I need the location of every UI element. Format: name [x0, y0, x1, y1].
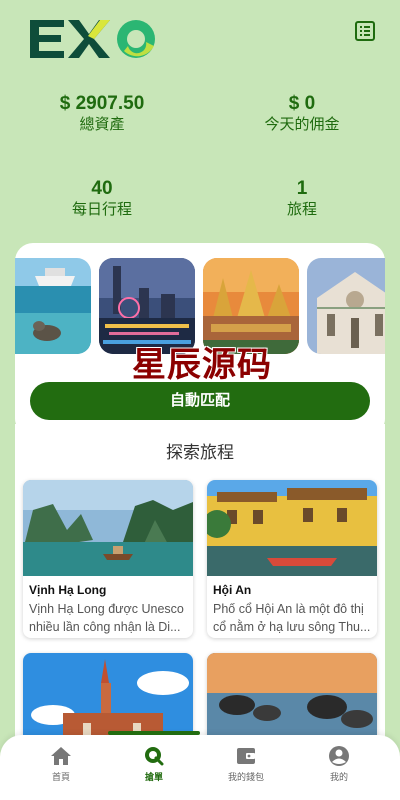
- header: $ 2907.50 總資產 $ 0 今天的佣金 40 每日行程 1 旅程: [0, 0, 400, 240]
- carousel-slide-sea-lion[interactable]: [15, 258, 91, 354]
- stat-trips: 1 旅程: [212, 178, 392, 220]
- tab-profile[interactable]: 我的: [294, 745, 384, 790]
- exo-logo: [30, 20, 155, 58]
- tab-label: 首頁: [51, 772, 70, 782]
- stat-value: $ 0: [288, 93, 316, 114]
- tour-name: Hội An: [213, 583, 252, 597]
- tab-label: 我的錢包: [227, 772, 264, 782]
- tab-label: 搶單: [144, 772, 163, 782]
- search-grab-icon: [145, 747, 164, 766]
- stat-label: 每日行程: [71, 201, 132, 218]
- tour-description: Vịnh Hạ Long được Unesco nhiều lần công …: [29, 602, 184, 634]
- stat-value: 40: [91, 178, 113, 199]
- tour-image: [23, 480, 193, 576]
- list-icon[interactable]: [354, 20, 376, 42]
- carousel-slide-church[interactable]: [307, 258, 385, 354]
- stat-label: 總資產: [79, 116, 125, 133]
- tour-card-hoi-an[interactable]: Hội An Phố cổ Hội An là một đô thị cổ nằ…: [207, 480, 377, 638]
- auto-match-button[interactable]: 自動匹配: [30, 382, 370, 420]
- stat-value: 1: [296, 178, 308, 199]
- active-tab-indicator: [108, 731, 200, 735]
- tab-grab-order[interactable]: 搶單: [109, 745, 199, 790]
- carousel-slide-temple[interactable]: [203, 258, 299, 354]
- stat-daily-trips: 40 每日行程: [12, 178, 192, 220]
- wallet-icon: [237, 748, 255, 764]
- stat-label: 旅程: [286, 201, 317, 218]
- image-carousel[interactable]: [15, 258, 385, 354]
- tour-description: Phố cổ Hội An là một đô thị cổ nằm ở hạ …: [213, 602, 371, 634]
- explore-title: 探索旅程: [166, 443, 234, 462]
- home-icon: [51, 747, 71, 765]
- tab-label: 我的: [329, 772, 348, 782]
- tour-name: Vịnh Hạ Long: [29, 583, 107, 597]
- stat-today-commission: $ 0 今天的佣金: [212, 93, 392, 135]
- user-icon: [329, 746, 349, 766]
- tab-wallet[interactable]: 我的錢包: [201, 745, 291, 790]
- tour-image: [207, 480, 377, 576]
- tour-card-ha-long[interactable]: Vịnh Hạ Long Vịnh Hạ Long được Unesco nh…: [23, 480, 193, 638]
- tab-home[interactable]: 首頁: [16, 745, 106, 790]
- carousel-slide-city[interactable]: [99, 258, 195, 354]
- stat-total-assets: $ 2907.50 總資產: [12, 93, 192, 135]
- stat-label: 今天的佣金: [264, 116, 340, 133]
- stat-value: $ 2907.50: [59, 93, 145, 114]
